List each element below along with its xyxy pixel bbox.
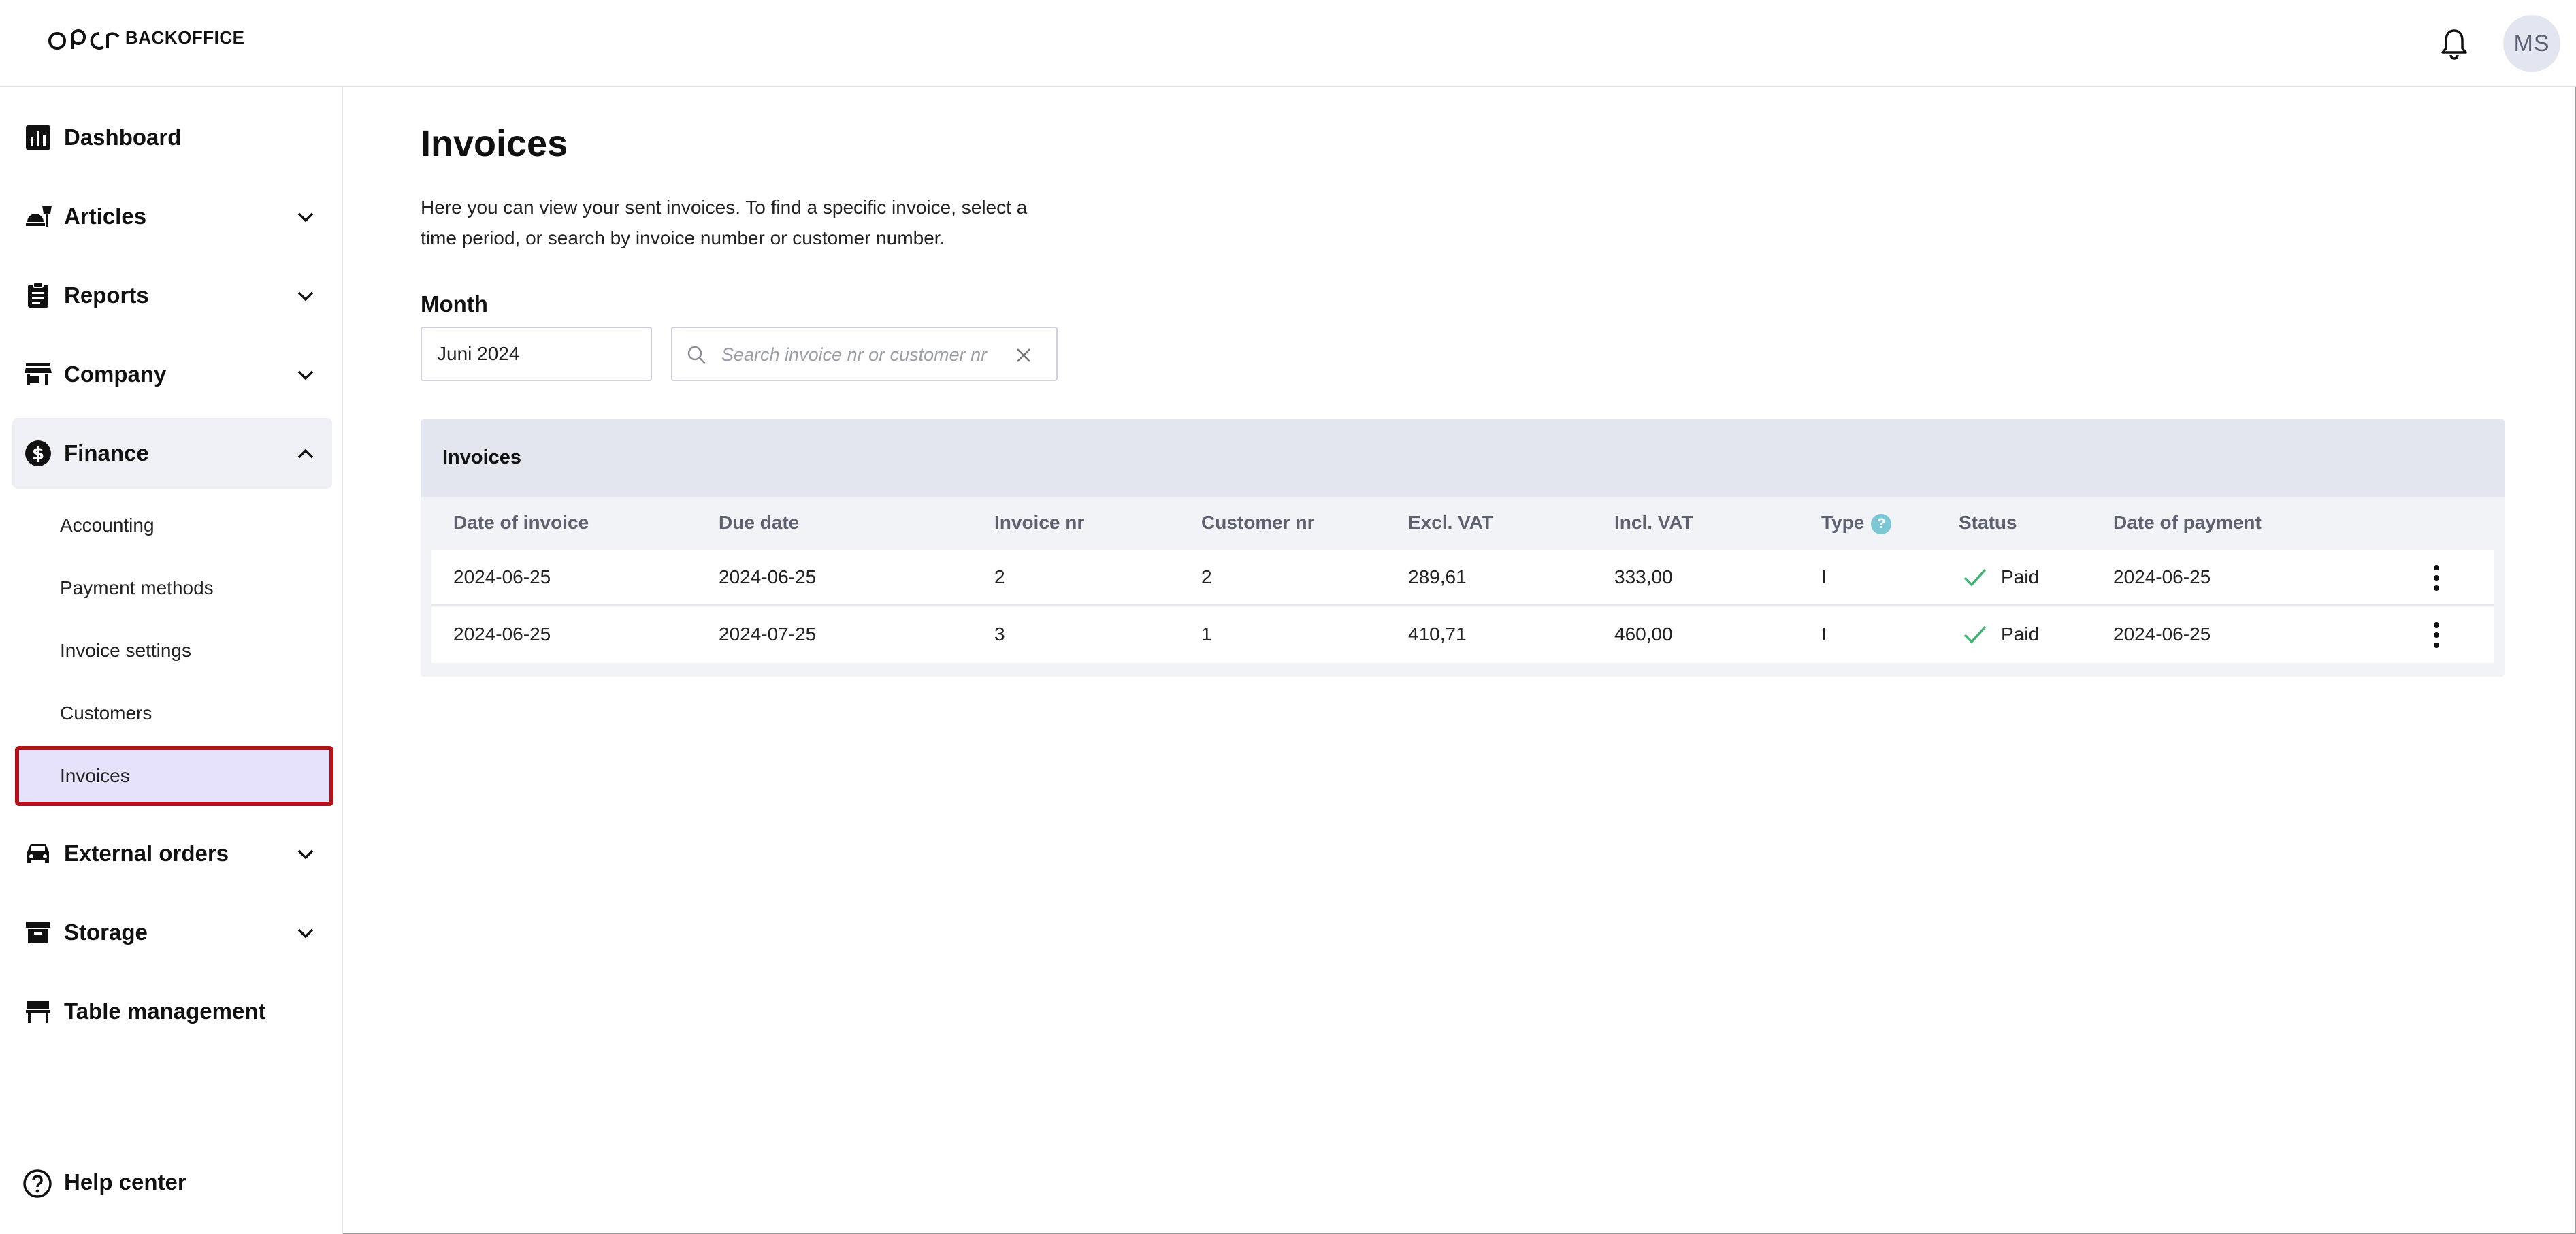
cell-type: I	[1821, 566, 1827, 587]
column-header-excl-vat[interactable]: Excl. VAT	[1408, 512, 1493, 534]
sidebar-subitem-accounting[interactable]: Accounting	[15, 498, 333, 553]
app-logo[interactable]: BACKOFFICE	[48, 25, 244, 57]
sidebar-item-finance[interactable]: $ Finance	[12, 418, 332, 489]
svg-text:$: $	[32, 444, 44, 464]
sidebar-item-label: Reports	[64, 282, 149, 308]
cell-status: Paid	[2001, 566, 2040, 587]
reports-icon	[28, 282, 48, 308]
cell-due-date: 2024-07-25	[719, 623, 817, 645]
cell-customer-nr: 1	[1201, 623, 1212, 645]
user-avatar[interactable]: MS	[2503, 15, 2560, 72]
car-icon	[27, 844, 49, 863]
table-row[interactable]: 2024-06-25 2024-06-25 2 2 289,61 333,00 …	[431, 550, 2494, 606]
column-header-incl-vat[interactable]: Incl. VAT	[1614, 512, 1693, 534]
dollar-icon: $	[25, 440, 51, 466]
help-center-label: Help center	[64, 1169, 186, 1195]
type-help-icon[interactable]: ?	[1871, 513, 1892, 534]
store-icon	[25, 363, 52, 385]
cell-invoice-nr: 2	[994, 566, 1005, 587]
cell-excl-vat: 289,61	[1408, 566, 1467, 587]
cell-date-of-invoice: 2024-06-25	[453, 623, 551, 645]
help-center-link[interactable]: Help center	[12, 1156, 332, 1210]
column-header-due-date[interactable]: Due date	[719, 512, 799, 534]
search-icon	[687, 346, 706, 364]
dashboard-icon	[26, 125, 50, 150]
more-vertical-icon[interactable]	[2430, 619, 2443, 651]
invoices-panel-title: Invoices	[442, 446, 522, 468]
month-label: Month	[421, 291, 488, 316]
check-icon	[1963, 626, 1987, 644]
sidebar-item-storage[interactable]: Storage	[12, 897, 332, 968]
chevron-down-icon	[297, 928, 314, 939]
sidebar-subitem-customers[interactable]: Customers	[15, 686, 333, 741]
cell-incl-vat: 333,00	[1614, 566, 1673, 587]
sidebar: Dashboard Articles Reports Company $ Fin…	[0, 87, 343, 1234]
sidebar-subitem-label: Invoices	[60, 765, 130, 786]
cell-date-of-payment: 2024-06-25	[2113, 623, 2211, 645]
cell-type: I	[1821, 623, 1827, 645]
clear-icon[interactable]	[1013, 344, 1034, 366]
chevron-down-icon	[297, 849, 314, 860]
sidebar-subitem-label: Customers	[60, 702, 152, 724]
sidebar-item-company[interactable]: Company	[12, 339, 332, 410]
sidebar-item-reports[interactable]: Reports	[12, 260, 332, 331]
chevron-up-icon	[297, 449, 314, 459]
search-box	[671, 327, 1058, 381]
sidebar-item-label: Company	[64, 361, 167, 387]
column-header-date-of-payment[interactable]: Date of payment	[2113, 512, 2262, 534]
sidebar-subitem-label: Payment methods	[60, 577, 214, 598]
archive-icon	[26, 922, 50, 943]
check-icon	[1963, 568, 1987, 587]
column-header-date-of-invoice[interactable]: Date of invoice	[453, 512, 589, 534]
sidebar-subitem-label: Invoice settings	[60, 640, 191, 661]
sidebar-item-external-orders[interactable]: External orders	[12, 818, 332, 889]
month-picker-input[interactable]	[421, 327, 652, 381]
logo-text: BACKOFFICE	[125, 27, 245, 48]
cell-incl-vat: 460,00	[1614, 623, 1673, 645]
sidebar-item-label: Articles	[64, 204, 147, 229]
sidebar-item-articles[interactable]: Articles	[12, 181, 332, 252]
sidebar-item-dashboard[interactable]: Dashboard	[12, 102, 332, 173]
bell-icon[interactable]	[2439, 27, 2469, 60]
sidebar-subitem-invoices[interactable]: Invoices	[15, 746, 333, 806]
more-vertical-icon[interactable]	[2430, 562, 2443, 594]
sidebar-subitem-label: Accounting	[60, 515, 154, 536]
cell-date-of-invoice: 2024-06-25	[453, 566, 551, 587]
sidebar-subitem-invoice-settings[interactable]: Invoice settings	[15, 623, 333, 678]
column-header-type-label: Type	[1821, 512, 1865, 533]
invoices-panel-header: Invoices	[421, 419, 2505, 497]
help-circle-icon	[23, 1169, 52, 1198]
table-icon	[26, 1001, 50, 1023]
column-header-customer-nr[interactable]: Customer nr	[1201, 512, 1314, 534]
chevron-down-icon	[297, 212, 314, 223]
open-logo-mark	[48, 29, 120, 50]
top-header: BACKOFFICE MS	[0, 0, 2576, 87]
chevron-down-icon	[297, 370, 314, 380]
cell-customer-nr: 2	[1201, 566, 1212, 587]
sidebar-item-label: Storage	[64, 920, 148, 945]
cell-excl-vat: 410,71	[1408, 623, 1467, 645]
sidebar-subitem-payment-methods[interactable]: Payment methods	[15, 561, 333, 615]
table-row[interactable]: 2024-06-25 2024-07-25 3 1 410,71 460,00 …	[431, 607, 2494, 663]
articles-icon	[26, 206, 52, 227]
column-header-invoice-nr[interactable]: Invoice nr	[994, 512, 1084, 534]
page-description: Here you can view your sent invoices. To…	[421, 197, 1028, 248]
column-header-status[interactable]: Status	[1959, 512, 2017, 534]
sidebar-item-label: Finance	[64, 440, 149, 466]
sidebar-item-label: External orders	[64, 841, 229, 866]
search-input[interactable]	[721, 339, 1007, 370]
cell-invoice-nr: 3	[994, 623, 1005, 645]
sidebar-item-label: Table management	[64, 998, 266, 1024]
chevron-down-icon	[297, 291, 314, 302]
cell-status: Paid	[2001, 623, 2040, 645]
cell-date-of-payment: 2024-06-25	[2113, 566, 2211, 587]
cell-due-date: 2024-06-25	[719, 566, 817, 587]
sidebar-item-label: Dashboard	[64, 125, 182, 150]
page-title: Invoices	[421, 123, 568, 164]
sidebar-item-table-management[interactable]: Table management	[12, 976, 332, 1047]
column-header-type[interactable]: Type?	[1821, 512, 1892, 534]
